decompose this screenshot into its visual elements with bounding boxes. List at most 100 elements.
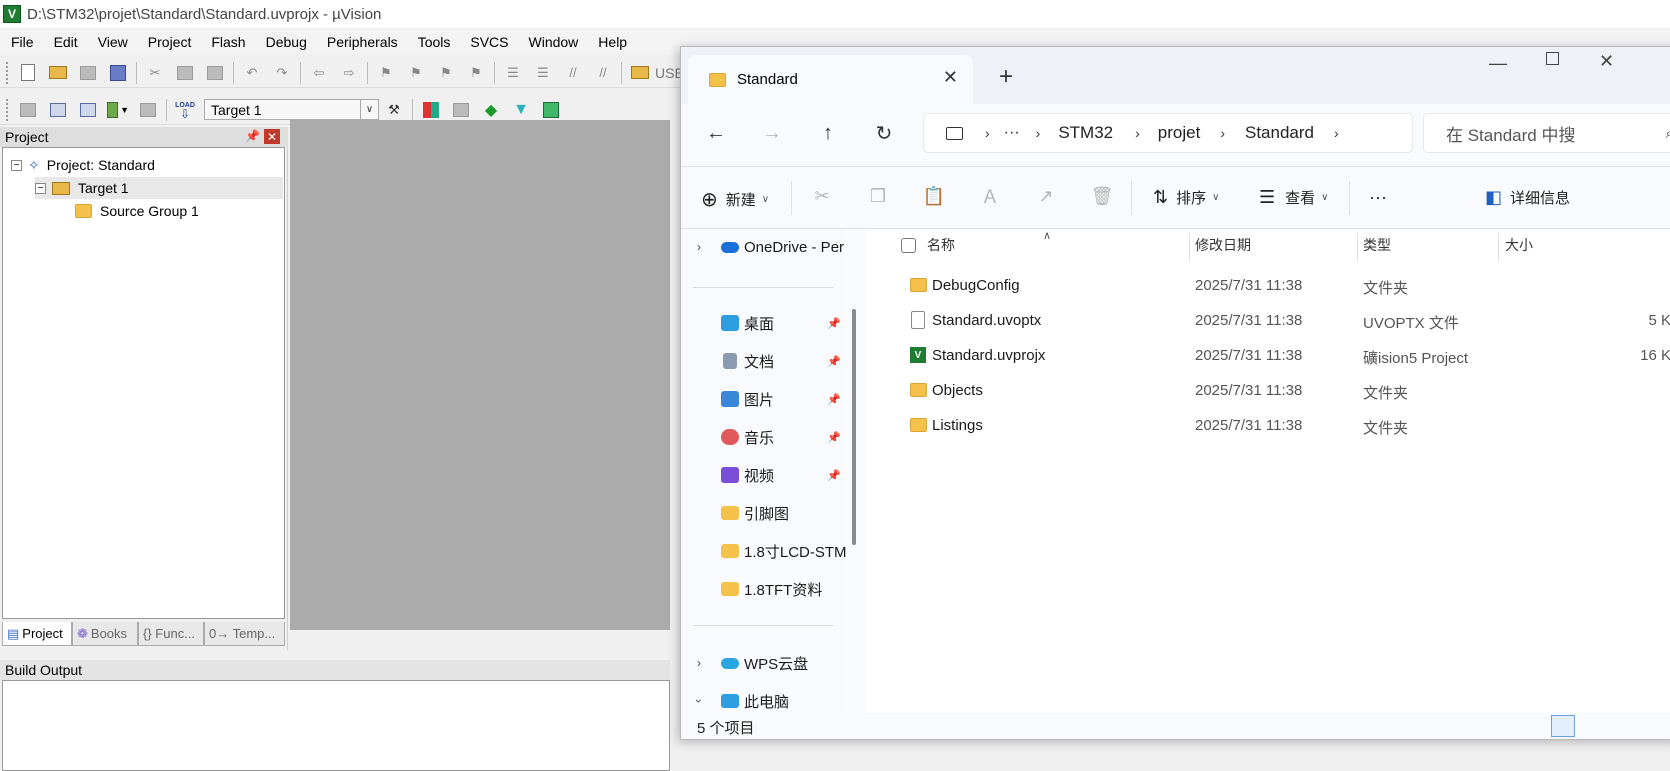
pin-icon[interactable]: 📌 [827,355,841,368]
copy-button[interactable] [174,62,196,84]
next-bookmark-button[interactable]: ⚑ [435,62,457,84]
file-row-debugconfig[interactable]: DebugConfig 2025/7/31 11:38 文件夹 [865,269,1670,304]
nav-item-desktop[interactable]: 桌面 📌 [681,305,846,341]
stop-build-button[interactable] [137,99,159,121]
pack-installer-button[interactable]: ▼ [510,99,532,121]
close-icon[interactable]: ✕ [264,129,280,144]
paste-button[interactable] [204,62,226,84]
menu-project[interactable]: Project [137,34,201,50]
nav-item-onedrive[interactable]: › OneDrive - Per [681,229,846,265]
view-button[interactable]: ☰ 查看 ∨ [1259,187,1328,208]
undo-button[interactable]: ↶ [241,62,263,84]
select-software-packs-button[interactable]: ◆ [480,99,502,121]
cut-button[interactable]: ✂ [144,62,166,84]
manage-components-button[interactable] [420,99,442,121]
forward-button[interactable]: → [757,118,787,148]
back-button[interactable]: ← [701,118,731,148]
translate-button[interactable] [17,99,39,121]
save-all-button[interactable] [107,62,129,84]
pin-icon[interactable]: 📌 [827,393,841,406]
up-button[interactable]: ↑ [813,118,843,148]
target-select[interactable]: Target 1 ∨ [204,99,379,120]
column-header-date[interactable]: 修改日期 [1195,229,1251,261]
nav-item-videos[interactable]: 视频 📌 [681,457,846,493]
download-button[interactable]: LOAD ⇩ [174,99,196,121]
menu-view[interactable]: View [87,34,137,50]
tab-project[interactable]: ▤ Project [2,622,72,646]
breadcrumb-stm32[interactable]: STM32 [1058,123,1113,143]
menu-file[interactable]: File [0,34,43,50]
sort-button[interactable]: ⇅ 排序 ∨ [1153,187,1219,208]
column-header-size[interactable]: 大小 [1505,229,1533,261]
file-row-listings[interactable]: Listings 2025/7/31 11:38 文件夹 [865,409,1670,444]
menu-tools[interactable]: Tools [407,34,460,50]
breadcrumb-projet[interactable]: projet [1158,123,1201,143]
column-header-name[interactable]: 名称 [927,229,955,261]
toolbar-grip[interactable] [6,98,9,121]
collapse-toggle-icon[interactable]: − [11,159,22,171]
select-all-checkbox[interactable] [901,229,916,261]
tab-functions[interactable]: {} Func... [138,622,204,646]
batch-build-button[interactable]: ▼ [107,99,129,121]
previous-bookmark-button[interactable]: ⚑ [405,62,427,84]
uncomment-button[interactable]: // [592,62,614,84]
file-row-uvoptx[interactable]: Standard.uvoptx 2025/7/31 11:38 UVOPTX 文… [865,304,1670,339]
comment-button[interactable]: // [562,62,584,84]
target-options-button[interactable]: ⚒ [383,99,405,121]
pin-icon[interactable]: 📌 [827,469,841,482]
pin-icon[interactable]: 📌 [827,431,841,444]
tree-item-target[interactable]: − Target 1 [35,177,283,199]
new-tab-button[interactable]: + [999,63,1013,91]
menu-flash[interactable]: Flash [200,34,254,50]
build-output-area[interactable] [2,680,670,771]
tree-item-source-group[interactable]: Source Group 1 [75,200,199,222]
maximize-icon[interactable] [1546,52,1559,65]
nav-item-folder-lcd[interactable]: 1.8寸LCD-STM [681,533,846,569]
menu-peripherals[interactable]: Peripherals [316,34,407,50]
collapse-toggle-icon[interactable]: − [35,182,46,194]
pin-icon[interactable]: 📌 [245,129,260,143]
more-options-button[interactable]: ··· [1369,187,1387,208]
new-button[interactable]: ⊕ 新建 ∨ [701,187,769,212]
delete-icon[interactable]: 🗑 [1091,185,1114,207]
column-separator[interactable] [1498,233,1499,261]
nav-item-folder-pinout[interactable]: 引脚图 [681,495,846,531]
nav-item-documents[interactable]: 文档 📌 [681,343,846,379]
new-file-button[interactable] [17,62,39,84]
column-header-type[interactable]: 类型 [1363,229,1391,261]
window-close-icon[interactable]: ✕ [1599,51,1614,72]
menu-debug[interactable]: Debug [255,34,316,50]
details-pane-button[interactable]: ◧ 详细信息 [1485,187,1570,208]
insert-bookmark-button[interactable]: ⚑ [375,62,397,84]
navigate-forward-button[interactable]: ⇨ [338,62,360,84]
menu-edit[interactable]: Edit [43,34,87,50]
column-separator[interactable] [1189,233,1190,261]
tab-templates[interactable]: 0→ Temp... [204,622,285,646]
share-icon[interactable]: ↗ [1035,185,1057,207]
paste-icon[interactable]: 📋 [923,185,945,207]
nav-item-music[interactable]: 音乐 📌 [681,419,846,455]
nav-item-folder-tft[interactable]: 1.8TFT资料 [681,571,846,607]
rebuild-button[interactable] [77,99,99,121]
cut-icon[interactable]: ✂ [811,185,833,207]
open-file-button[interactable] [47,62,69,84]
address-bar[interactable]: › ··· › STM32 › projet › Standard › [923,113,1413,153]
file-row-objects[interactable]: Objects 2025/7/31 11:38 文件夹 [865,374,1670,409]
menu-svcs[interactable]: SVCS [459,34,517,50]
search-box[interactable]: 在 Standard 中搜 ⌕ [1423,113,1670,153]
scrollbar-thumb[interactable] [852,309,856,545]
menu-window[interactable]: Window [518,34,588,50]
build-button[interactable] [47,99,69,121]
minimize-icon[interactable]: — [1489,53,1507,74]
find-in-files-button[interactable] [629,62,651,84]
breadcrumb-overflow[interactable]: ··· [1004,124,1020,142]
details-view-toggle[interactable] [1551,715,1575,737]
file-extensions-button[interactable] [450,99,472,121]
nav-item-wps-cloud[interactable]: › WPS云盘 [681,645,846,681]
navigate-back-button[interactable]: ⇦ [308,62,330,84]
column-separator[interactable] [1357,233,1358,261]
navigation-scrollbar[interactable] [847,229,865,713]
pin-icon[interactable]: 📌 [827,317,841,330]
copy-icon[interactable]: ❐ [867,185,889,207]
nav-item-pictures[interactable]: 图片 📌 [681,381,846,417]
